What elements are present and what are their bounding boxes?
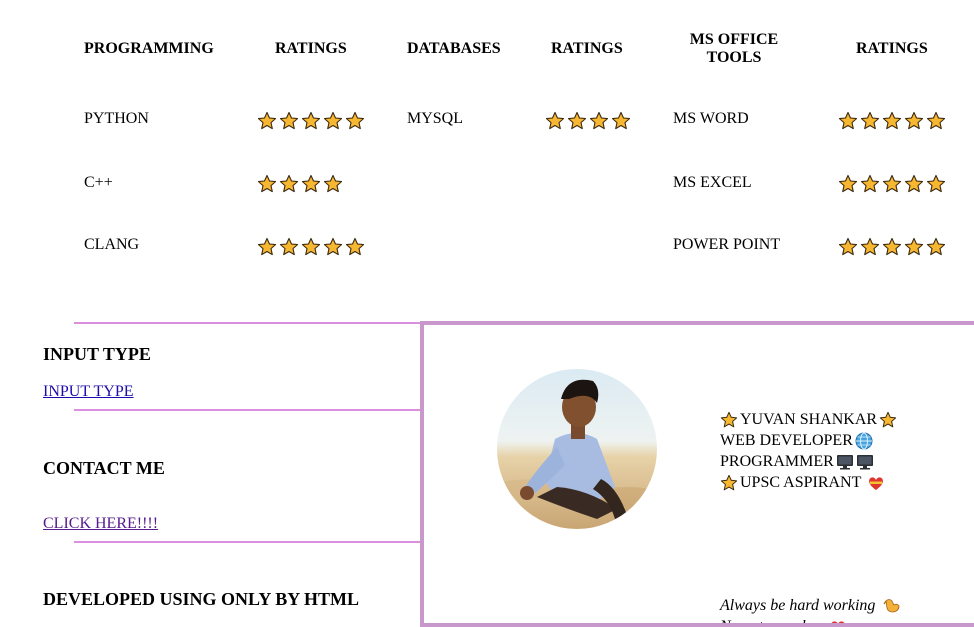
star-icon: [926, 237, 946, 256]
star-icon: [879, 411, 897, 427]
star-icon: [838, 237, 858, 256]
rating-mysql: [545, 111, 631, 131]
star-icon: [860, 111, 880, 130]
profile-role-programmer: PROGRAMMER: [720, 453, 834, 470]
header-ratings-office: RATINGS: [856, 40, 928, 57]
header-ratings-databases: RATINGS: [551, 40, 623, 57]
star-icon: [257, 111, 277, 130]
star-icon: [882, 111, 902, 130]
divider-bottom: [74, 541, 424, 543]
profile-quote: Always be hard working No guts no glory: [720, 595, 901, 627]
star-icon: [860, 237, 880, 256]
computer-icon: [836, 454, 853, 469]
contact-link[interactable]: CLICK HERE!!!!: [43, 515, 158, 533]
heart-icon: [831, 620, 845, 623]
star-icon: [926, 174, 946, 193]
profile-bio: YUVAN SHANKAR WEB DEVELOPER PROGRAMMER U…: [720, 409, 897, 493]
star-icon: [879, 411, 897, 429]
header-ms-office-tools: MS OFFICE TOOLS: [689, 31, 779, 66]
profile-name: YUVAN SHANKAR: [740, 411, 878, 428]
star-icon: [838, 174, 858, 193]
profile-role-upsc: UPSC ASPIRANT: [740, 474, 862, 491]
header-databases: DATABASES: [407, 40, 501, 57]
star-icon: [611, 111, 631, 130]
globe-icon: [855, 432, 873, 449]
bio-role-upsc: UPSC ASPIRANT: [720, 472, 897, 493]
star-icon: [279, 174, 299, 193]
divider-top: [74, 322, 424, 324]
rating-cpp: [257, 174, 343, 194]
bio-role-web: WEB DEVELOPER: [720, 430, 897, 451]
star-icon: [323, 111, 343, 130]
skill-cpp: C++: [84, 174, 113, 191]
bio-name-line: YUVAN SHANKAR: [720, 409, 897, 430]
contact-heading: CONTACT ME: [43, 458, 165, 478]
muscle-icon: [883, 598, 900, 612]
divider-middle: [74, 409, 424, 411]
star-icon: [345, 237, 365, 256]
input-type-heading: INPUT TYPE: [43, 344, 151, 364]
star-icon: [720, 411, 738, 429]
star-icon: [720, 474, 738, 490]
bio-role-programmer: PROGRAMMER: [720, 451, 897, 472]
star-icon: [904, 237, 924, 256]
star-icon: [301, 174, 321, 193]
star-icon: [301, 237, 321, 256]
rating-ms-excel: [838, 174, 946, 194]
star-icon: [279, 237, 299, 256]
star-icon: [926, 111, 946, 130]
star-icon: [904, 174, 924, 193]
developed-heading: DEVELOPED USING ONLY BY HTML: [43, 589, 360, 609]
rating-power-point: [838, 237, 946, 257]
star-icon: [860, 174, 880, 193]
star-icon: [720, 411, 738, 427]
star-icon: [545, 111, 565, 130]
profile-photo: [497, 369, 657, 529]
star-icon: [567, 111, 587, 130]
skill-ms-word: MS WORD: [673, 110, 749, 127]
skill-mysql: MYSQL: [407, 110, 464, 127]
profile-role-web: WEB DEVELOPER: [720, 432, 853, 449]
rating-ms-word: [838, 111, 946, 131]
skills-table: PROGRAMMING RATINGS DATABASES RATINGS MS…: [0, 0, 974, 300]
quote-line-1: Always be hard working: [720, 595, 901, 616]
star-icon: [257, 237, 277, 256]
computer-icon: [856, 454, 873, 469]
star-icon: [279, 111, 299, 130]
profile-photo-image: [497, 369, 657, 529]
skill-power-point: POWER POINT: [673, 236, 781, 253]
star-icon: [882, 237, 902, 256]
profile-card: YUVAN SHANKAR WEB DEVELOPER PROGRAMMER U…: [420, 321, 974, 627]
header-programming: PROGRAMMING: [84, 40, 214, 57]
star-icon: [589, 111, 609, 130]
star-icon: [882, 174, 902, 193]
star-icon: [904, 111, 924, 130]
skill-ms-excel: MS EXCEL: [673, 174, 752, 191]
star-icon: [323, 174, 343, 193]
heart-icon: [869, 476, 884, 490]
quote-glory: No guts no glory: [720, 618, 828, 627]
input-type-link[interactable]: INPUT TYPE: [43, 383, 134, 401]
star-icon: [838, 111, 858, 130]
star-icon: [323, 237, 343, 256]
skill-python: PYTHON: [84, 110, 149, 127]
quote-hard-working: Always be hard working: [720, 597, 876, 614]
rating-clang: [257, 237, 365, 257]
star-icon: [345, 111, 365, 130]
star-icon: [257, 174, 277, 193]
star-icon: [301, 111, 321, 130]
rating-python: [257, 111, 365, 131]
header-ratings-programming: RATINGS: [275, 40, 347, 57]
star-icon: [720, 474, 738, 492]
quote-line-2: No guts no glory: [720, 616, 901, 627]
skill-clang: CLANG: [84, 236, 140, 253]
